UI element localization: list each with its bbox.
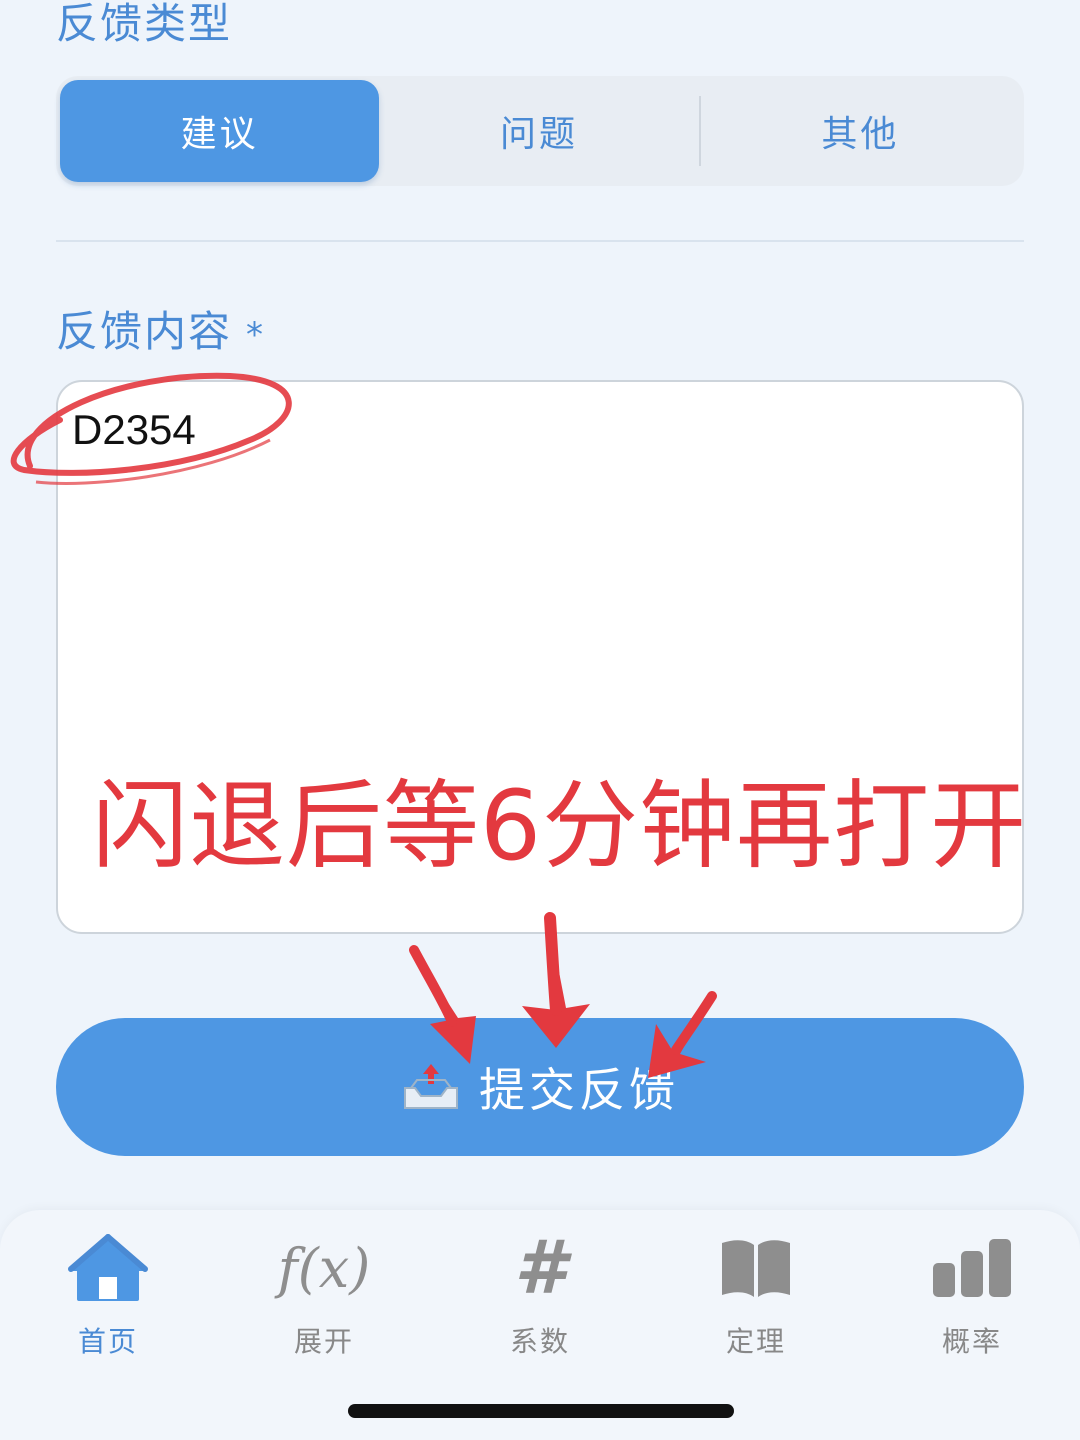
tab-theorem[interactable]: 定理 bbox=[648, 1228, 864, 1368]
submit-feedback-label: 提交反馈 bbox=[479, 1063, 679, 1117]
tab-expand-label: 展开 bbox=[293, 1325, 354, 1358]
home-icon bbox=[63, 1228, 153, 1308]
required-mark: * bbox=[246, 315, 266, 355]
home-indicator[interactable] bbox=[348, 1404, 734, 1418]
hash-glyph: # bbox=[514, 1225, 566, 1311]
tab-coefficient-label: 系数 bbox=[509, 1325, 570, 1358]
annotation-overlay-text: 闪退后等6分钟再打开 bbox=[92, 770, 1028, 882]
feedback-type-segmented-control: 建议 问题 其他 bbox=[56, 76, 1024, 186]
tab-home-label: 首页 bbox=[77, 1325, 138, 1358]
segment-other[interactable]: 其他 bbox=[701, 80, 1020, 182]
feedback-type-heading: 反馈类型 bbox=[56, 0, 233, 48]
outbox-tray-icon bbox=[404, 1064, 458, 1109]
feedback-content-value: D2354 bbox=[72, 406, 196, 453]
bar-chart-icon bbox=[927, 1228, 1017, 1308]
book-icon bbox=[711, 1228, 801, 1308]
tab-coefficient[interactable]: # 系数 bbox=[432, 1225, 648, 1368]
segment-suggestion[interactable]: 建议 bbox=[60, 80, 380, 182]
tab-home[interactable]: 首页 bbox=[0, 1228, 216, 1368]
tab-expand[interactable]: f(x) 展开 bbox=[216, 1228, 432, 1368]
segment-problem[interactable]: 问题 bbox=[379, 80, 698, 182]
feedback-content-label: 反馈内容 bbox=[56, 307, 233, 356]
tab-theorem-label: 定理 bbox=[725, 1325, 786, 1358]
tab-probability-label: 概率 bbox=[941, 1325, 1002, 1358]
section-divider bbox=[56, 240, 1024, 242]
function-fx-icon: f(x) bbox=[277, 1228, 371, 1308]
function-fx-glyph: f(x) bbox=[277, 1236, 371, 1300]
feedback-content-heading: 反馈内容 * bbox=[56, 298, 265, 359]
submit-feedback-button[interactable]: 提交反馈 bbox=[56, 1018, 1024, 1156]
hash-icon: # bbox=[495, 1225, 585, 1311]
tab-probability[interactable]: 概率 bbox=[864, 1228, 1080, 1368]
feedback-screen: 反馈类型 建议 问题 其他 反馈内容 * D2354 闪退后等6分钟再打开 提交反… bbox=[0, 0, 1080, 1440]
